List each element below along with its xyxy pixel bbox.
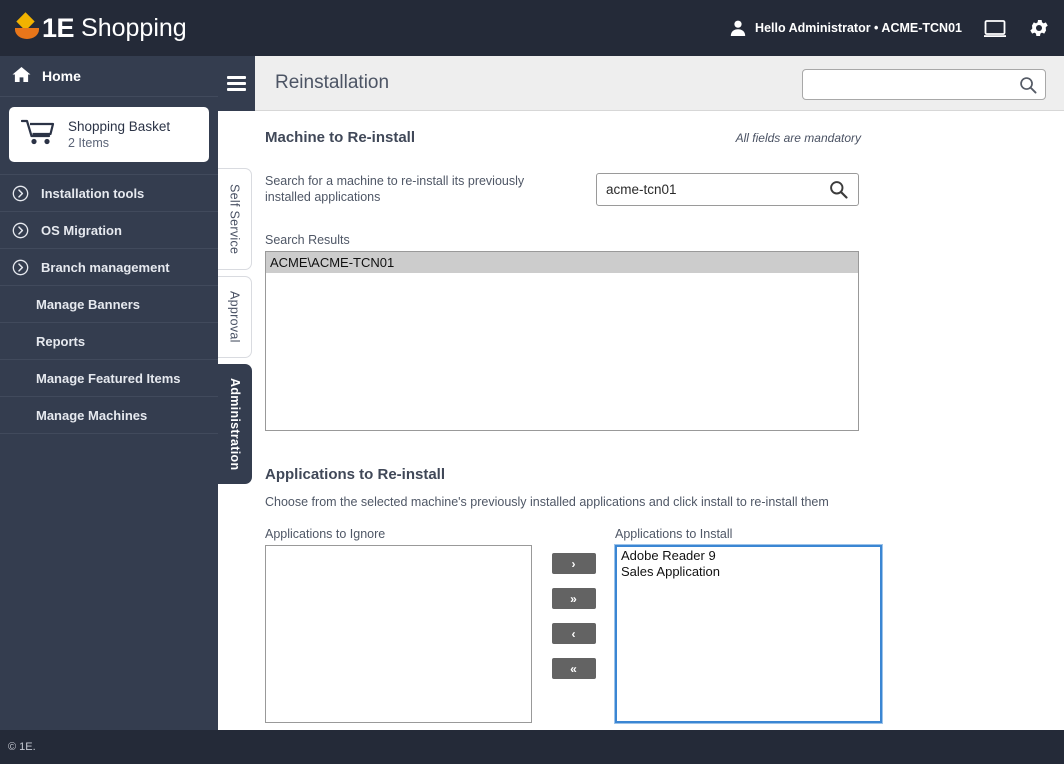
global-search-box[interactable] <box>802 69 1046 100</box>
content-header: Reinstallation <box>218 55 1064 111</box>
sidebar-item-home[interactable]: Home <box>0 56 218 97</box>
main-panel: Machine to Re-install All fields are man… <box>218 111 1064 723</box>
search-icon[interactable] <box>829 180 848 199</box>
transfer-button-column: › » ‹ « <box>544 527 603 693</box>
sidebar-item-reports[interactable]: Reports <box>0 323 218 360</box>
sidebar-item-label: Branch management <box>41 259 170 275</box>
machine-search-row: Search for a machine to re-install its p… <box>265 173 861 206</box>
sidebar: Home Shopping Basket 2 Items Installatio… <box>0 56 218 730</box>
move-right-all-button[interactable]: » <box>551 588 596 609</box>
footer: © 1E. <box>0 730 1064 764</box>
basket-count: 2 Items <box>68 136 109 150</box>
apps-section-description: Choose from the selected machine's previ… <box>265 495 829 509</box>
person-icon <box>729 19 747 37</box>
applications-to-install-list[interactable]: Adobe Reader 9 Sales Application <box>615 545 882 723</box>
page-title: Reinstallation <box>275 72 390 93</box>
shopping-cart-icon <box>20 118 55 151</box>
search-results-label: Search Results <box>265 233 350 247</box>
sidebar-item-os-migration[interactable]: OS Migration <box>0 212 218 249</box>
machine-section-title: Machine to Re-install <box>265 129 416 146</box>
install-column: Applications to Install Adobe Reader 9 Sa… <box>615 527 882 723</box>
move-left-all-button[interactable]: « <box>551 658 596 679</box>
mandatory-note: All fields are mandatory <box>735 131 861 145</box>
top-bar: 1E Shopping Hello Administrator • ACME-T… <box>0 0 1064 56</box>
sidebar-item-label: Manage Banners <box>36 296 141 312</box>
gear-icon[interactable] <box>1028 17 1050 39</box>
chevron-right-circle-icon <box>12 185 29 202</box>
machine-search-input[interactable] <box>597 174 829 205</box>
top-bar-right: Hello Administrator • ACME-TCN01 <box>729 17 1050 39</box>
user-greeting[interactable]: Hello Administrator • ACME-TCN01 <box>729 19 962 37</box>
dual-list-container: Applications to Ignore › » ‹ « Applications… <box>265 527 1064 723</box>
vertical-tab-label: Self Service <box>227 183 242 255</box>
search-result-row[interactable]: ACME\ACME-TCN01 <box>266 252 858 273</box>
1e-logo-icon <box>14 12 40 43</box>
sidebar-item-label: Manage Machines <box>36 407 148 423</box>
sidebar-item-manage-machines[interactable]: Manage Machines <box>0 397 218 434</box>
move-right-one-button[interactable]: › <box>551 553 596 574</box>
list-item[interactable]: Adobe Reader 9 <box>617 548 880 564</box>
ignore-column: Applications to Ignore <box>265 527 532 723</box>
search-results-list[interactable]: ACME\ACME-TCN01 <box>265 251 859 431</box>
vertical-tab-self-service[interactable]: Self Service <box>218 168 252 270</box>
machine-section-header: Machine to Re-install All fields are man… <box>265 129 861 146</box>
apps-section-title: Applications to Re-install <box>265 466 446 483</box>
content-area: Reinstallation Machine to Re-install All… <box>218 55 1064 730</box>
install-list-label: Applications to Install <box>615 527 733 541</box>
ignore-list-label: Applications to Ignore <box>265 527 386 541</box>
hamburger-menu-icon[interactable] <box>218 55 255 111</box>
shopping-basket-card[interactable]: Shopping Basket 2 Items <box>9 107 209 162</box>
vertical-tab-administration[interactable]: Administration <box>218 364 252 484</box>
search-icon[interactable] <box>1019 76 1037 94</box>
footer-copyright: © 1E. <box>8 741 36 753</box>
sidebar-item-manage-featured-items[interactable]: Manage Featured Items <box>0 360 218 397</box>
monitor-icon[interactable] <box>984 19 1006 38</box>
vertical-tab-approval[interactable]: Approval <box>218 276 252 358</box>
applications-to-ignore-list[interactable] <box>265 545 532 723</box>
logo-1e-text: 1E <box>42 12 75 43</box>
sidebar-item-branch-management[interactable]: Branch management <box>0 249 218 286</box>
sidebar-item-installation-tools[interactable]: Installation tools <box>0 175 218 212</box>
house-icon <box>12 66 31 86</box>
app-root: 1E Shopping Hello Administrator • ACME-T… <box>0 0 1064 764</box>
machine-search-box[interactable] <box>596 173 859 206</box>
basket-text: Shopping Basket 2 Items <box>68 118 170 151</box>
sidebar-item-label: Installation tools <box>41 185 145 201</box>
vertical-tab-strip: Self Service Approval Administration <box>218 168 254 490</box>
chevron-right-circle-icon <box>12 222 29 239</box>
sidebar-item-label: OS Migration <box>41 222 122 238</box>
user-greeting-text: Hello Administrator • ACME-TCN01 <box>755 21 962 35</box>
vertical-tab-label: Approval <box>227 291 242 343</box>
move-left-one-button[interactable]: ‹ <box>551 623 596 644</box>
shopping-basket-wrapper: Shopping Basket 2 Items <box>0 97 218 175</box>
sidebar-nav-list: Installation tools OS Migration Branch man… <box>0 175 218 434</box>
machine-search-label: Search for a machine to re-install its p… <box>265 174 525 204</box>
sidebar-home-label: Home <box>42 68 81 84</box>
list-item[interactable]: Sales Application <box>617 564 880 580</box>
global-search-input[interactable] <box>803 70 1019 99</box>
logo-shopping-text: Shopping <box>81 13 187 42</box>
sidebar-item-label: Reports <box>36 333 86 349</box>
chevron-right-circle-icon <box>12 259 29 276</box>
brand-logo[interactable]: 1E Shopping <box>14 0 187 56</box>
basket-title: Shopping Basket <box>68 119 171 134</box>
sidebar-item-label: Manage Featured Items <box>36 370 181 386</box>
sidebar-item-manage-banners[interactable]: Manage Banners <box>0 286 218 323</box>
vertical-tab-label: Administration <box>228 377 242 471</box>
